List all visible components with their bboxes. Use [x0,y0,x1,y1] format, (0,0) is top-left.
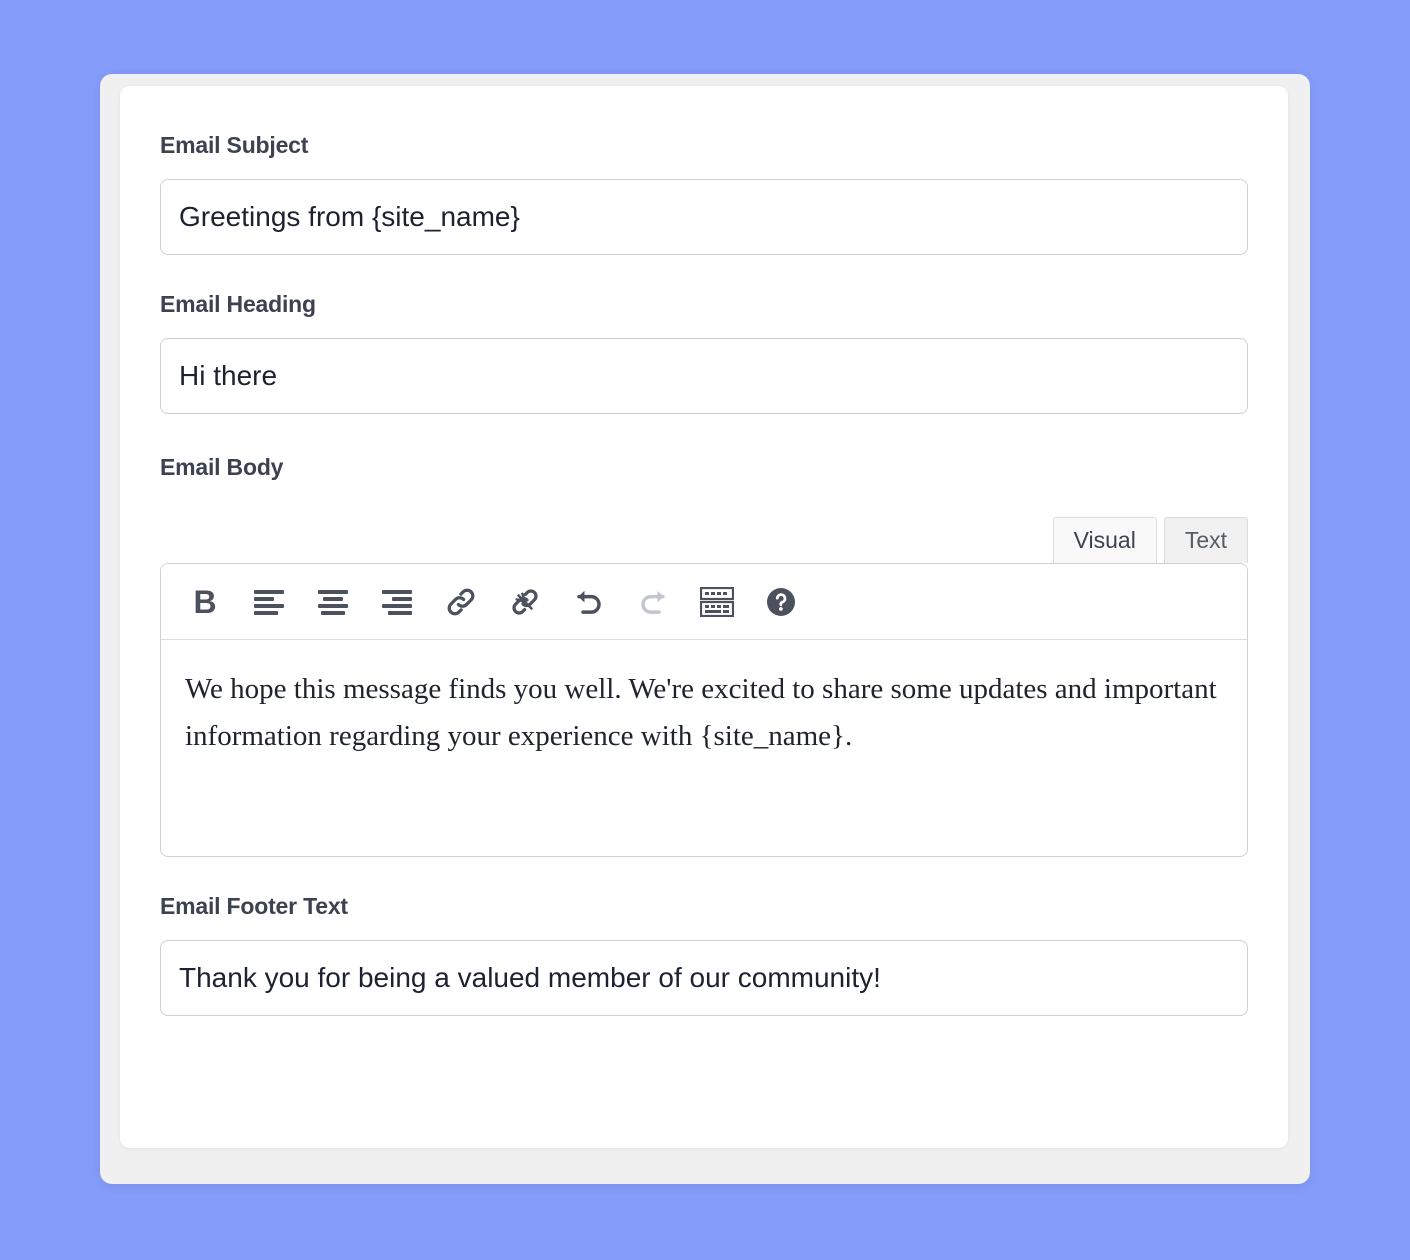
email-body-field-group: Email Body Visual Text B We hope this me… [160,456,1248,857]
link-button[interactable] [439,580,483,624]
email-footer-label: Email Footer Text [160,893,348,919]
email-footer-field-group: Email Footer Text [160,895,1248,1016]
email-footer-input[interactable] [160,940,1248,1016]
redo-button[interactable] [631,580,675,624]
email-heading-field-group: Email Heading [160,293,1248,414]
bold-icon: B [193,583,217,620]
toolbar-toggle-button[interactable] [695,580,739,624]
tab-visual[interactable]: Visual [1052,517,1157,563]
link-icon [447,588,475,615]
editor-mode-tabs: Visual Text [160,517,1248,563]
align-center-button[interactable] [311,580,355,624]
help-button[interactable] [759,580,803,624]
redo-icon [641,590,665,614]
align-left-button[interactable] [247,580,291,624]
bold-button[interactable]: B [183,580,227,624]
keyboard-icon [700,586,734,617]
email-heading-label: Email Heading [160,291,316,317]
help-icon [767,587,795,616]
email-subject-label: Email Subject [160,132,309,158]
undo-button[interactable] [567,580,611,624]
email-body-label: Email Body [160,454,284,480]
undo-icon [577,590,601,614]
email-subject-input[interactable] [160,179,1248,255]
email-body-editor-content[interactable]: We hope this message finds you well. We'… [161,640,1247,856]
email-subject-field-group: Email Subject [160,134,1248,255]
tab-text[interactable]: Text [1163,517,1248,563]
unlink-button[interactable] [503,580,547,624]
email-settings-form: Email Subject Email Heading Email Body V… [120,86,1288,1148]
wysiwyg-editor: B We hope this message finds you well. W… [160,563,1248,857]
settings-panel-frame: Email Subject Email Heading Email Body V… [100,74,1310,1184]
editor-toolbar: B [161,564,1247,640]
email-heading-input[interactable] [160,338,1248,414]
align-right-icon [382,589,412,615]
unlink-icon [512,588,538,615]
align-right-button[interactable] [375,580,419,624]
align-left-icon [254,589,284,615]
align-center-icon [318,589,348,615]
